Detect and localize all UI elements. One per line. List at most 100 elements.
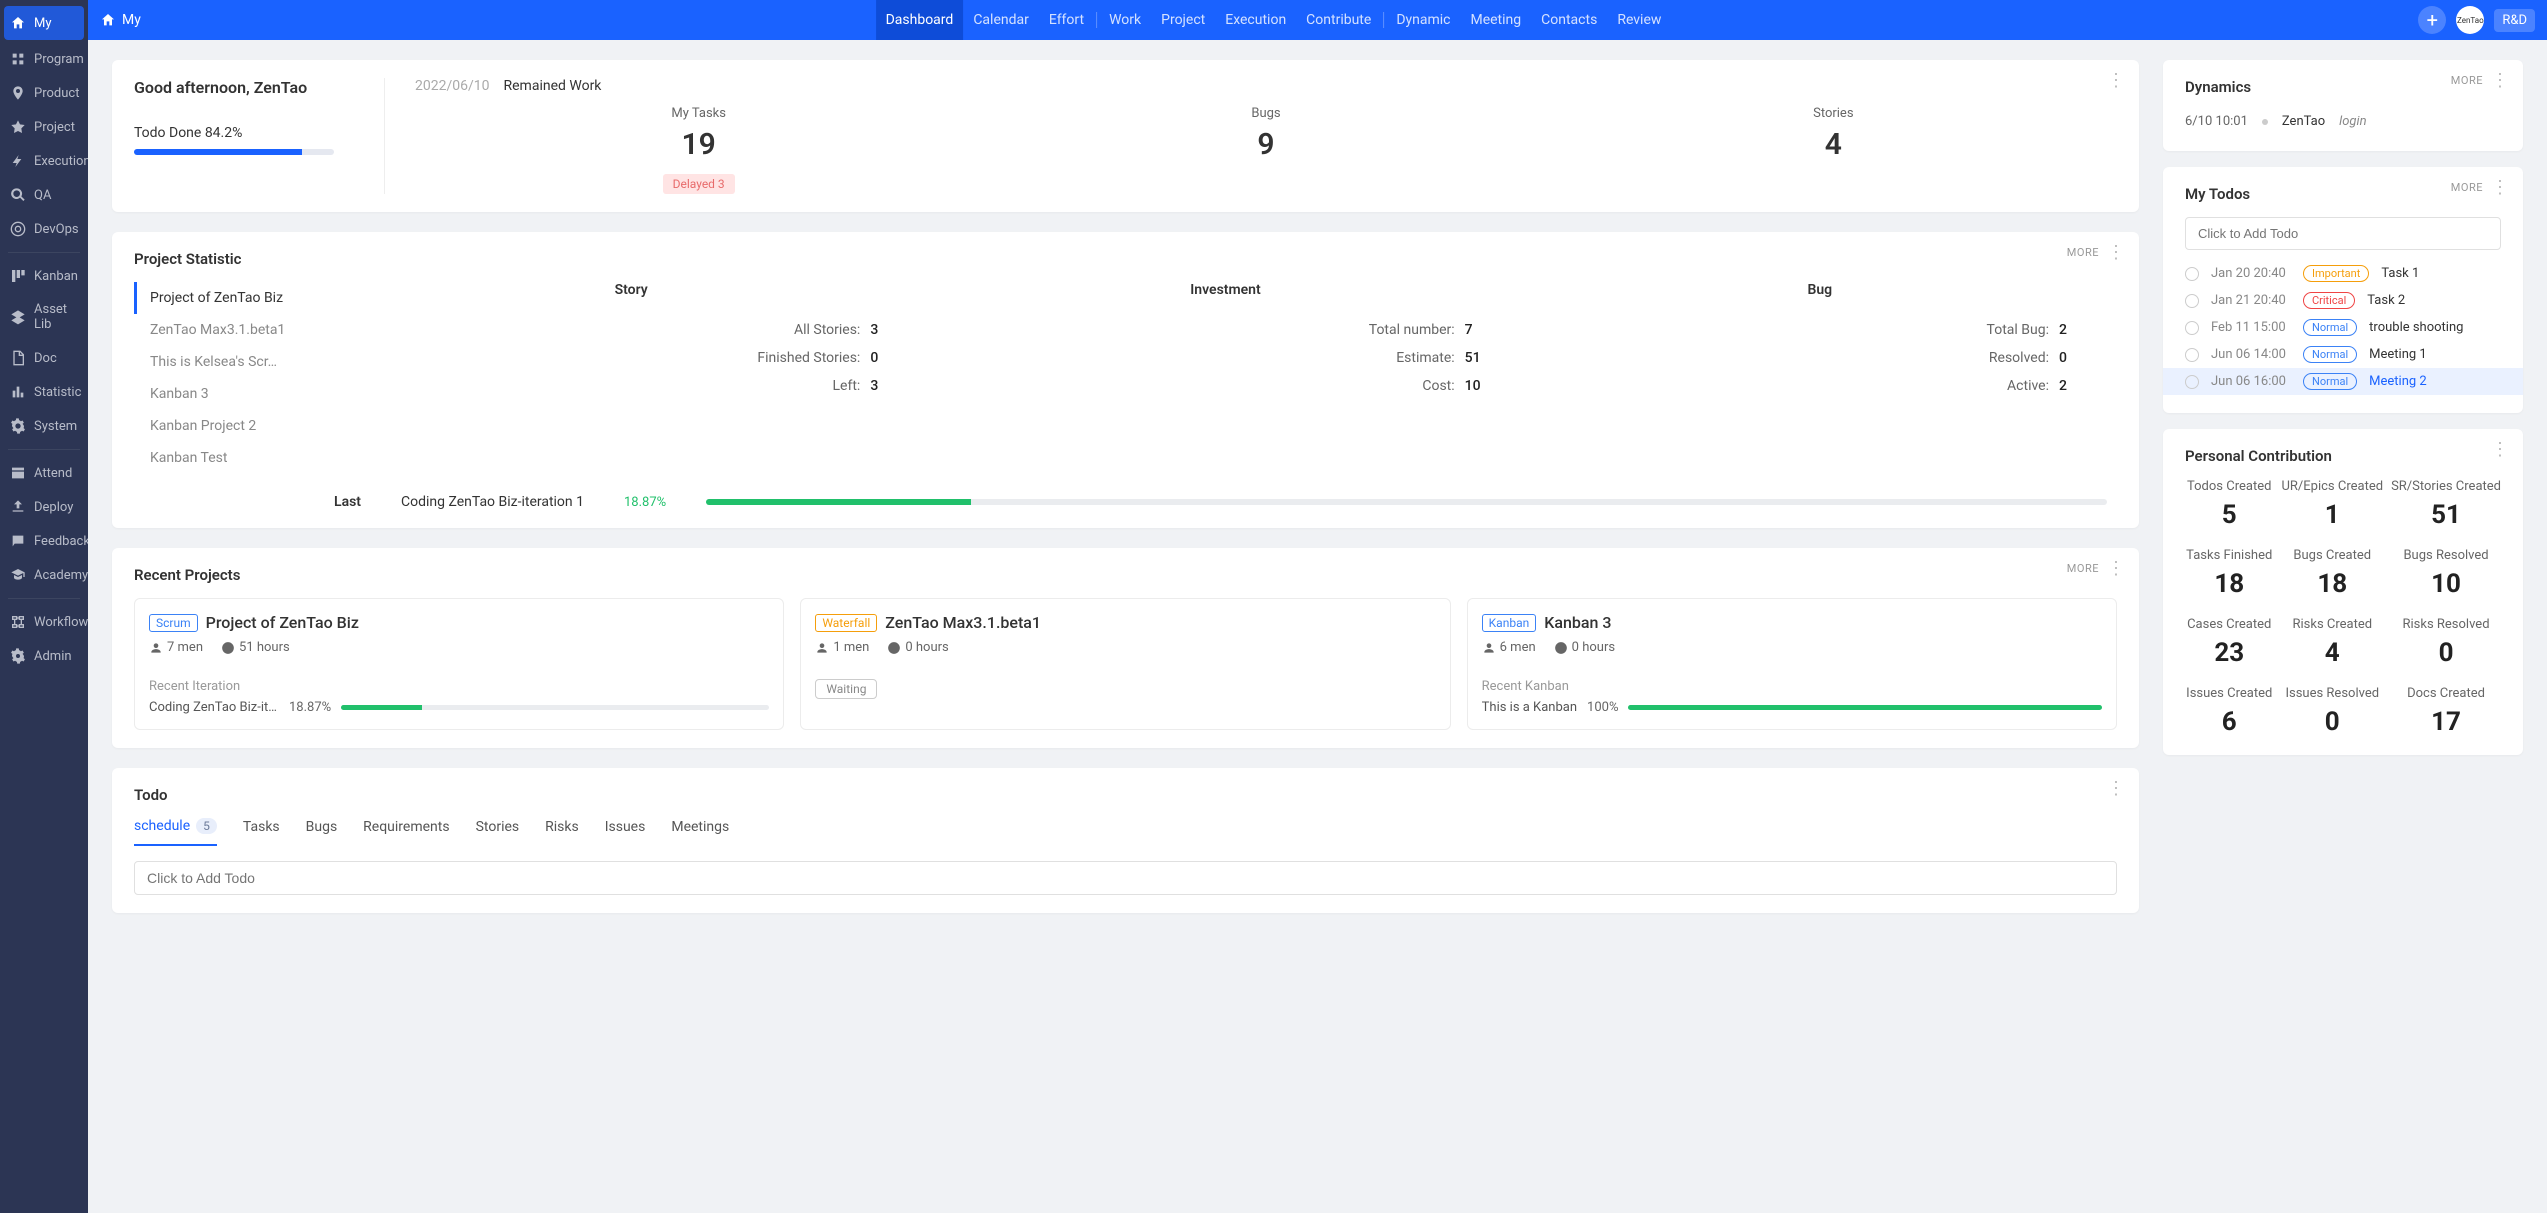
contribution-card: Personal Contribution ⋮ Todos Created5UR… [2163,429,2523,755]
nav-work[interactable]: Work [1099,0,1151,40]
sidebar-item-doc[interactable]: Doc [0,341,88,375]
add-todo-input[interactable] [2185,217,2501,250]
checkbox[interactable] [2185,348,2199,362]
project-card[interactable]: KanbanKanban 36 men0 hoursRecent KanbanT… [1467,598,2117,730]
project-list-item[interactable]: ZenTao Max3.1.beta1 [134,314,314,346]
contrib-issues-resolved[interactable]: Issues Resolved0 [2281,686,2383,737]
nav-dynamic[interactable]: Dynamic [1386,0,1460,40]
project-list-item[interactable]: Kanban Test [134,442,314,474]
more-link[interactable]: MORE [2067,562,2099,575]
tab-meetings[interactable]: Meetings [671,818,729,846]
project-list-item[interactable]: This is Kelsea's Scr… [134,346,314,378]
nav-dashboard[interactable]: Dashboard [876,0,964,40]
nav-contribute[interactable]: Contribute [1296,0,1381,40]
todo-done-label: Todo Done 84.2% [134,125,384,141]
todo-item[interactable]: Jan 20 20:40ImportantTask 1 [2185,260,2501,287]
logo[interactable]: ZenTao [2456,6,2484,34]
sidebar-item-statistic[interactable]: Statistic [0,375,88,409]
sidebar-item-academy[interactable]: Academy [0,558,88,592]
nav-project[interactable]: Project [1151,0,1215,40]
workflow-icon [10,614,26,630]
sidebar-item-kanban[interactable]: Kanban [0,259,88,293]
stat-stories[interactable]: Stories4 [1550,106,2117,194]
project-list-item[interactable]: Kanban 3 [134,378,314,410]
contrib-bugs-created[interactable]: Bugs Created18 [2281,548,2383,599]
contrib-sr-stories-created[interactable]: SR/Stories Created51 [2391,479,2501,530]
tab-bugs[interactable]: Bugs [306,818,338,846]
more-link[interactable]: MORE [2067,246,2099,259]
sidebar-item-system[interactable]: System [0,409,88,443]
tab-schedule[interactable]: schedule5 [134,818,217,846]
last-pct: 18.87% [624,495,666,510]
nav-review[interactable]: Review [1607,0,1671,40]
card-menu-icon[interactable]: ⋮ [2491,179,2509,197]
sidebar-item-my[interactable]: My [4,6,84,40]
sidebar-item-deploy[interactable]: Deploy [0,490,88,524]
tab-stories[interactable]: Stories [476,818,520,846]
stat-bugs[interactable]: Bugs9 [982,106,1549,194]
sidebar-item-product[interactable]: Product [0,76,88,110]
sidebar-item-qa[interactable]: QA [0,178,88,212]
dot-icon [2262,119,2268,125]
sidebar-item-feedback[interactable]: Feedback [0,524,88,558]
contrib-tasks-finished[interactable]: Tasks Finished18 [2185,548,2273,599]
todo-item[interactable]: Jun 06 16:00NormalMeeting 2 [2163,368,2523,395]
more-link[interactable]: MORE [2451,181,2483,194]
contrib-risks-resolved[interactable]: Risks Resolved0 [2391,617,2501,668]
project-card[interactable]: WaterfallZenTao Max3.1.beta11 men0 hours… [800,598,1450,730]
breadcrumb[interactable]: My [100,12,141,28]
checkbox[interactable] [2185,267,2199,281]
sidebar-item-attend[interactable]: Attend [0,456,88,490]
tab-risks[interactable]: Risks [545,818,579,846]
todo-item[interactable]: Feb 11 15:00Normaltrouble shooting [2185,314,2501,341]
more-link[interactable]: MORE [2451,74,2483,87]
card-menu-icon[interactable]: ⋮ [2491,72,2509,90]
project-card[interactable]: ScrumProject of ZenTao Biz7 men51 hoursR… [134,598,784,730]
last-iteration-name[interactable]: Coding ZenTao Biz-iteration 1 [401,494,584,510]
role-badge[interactable]: R&D [2494,9,2535,32]
todo-item[interactable]: Jun 06 14:00NormalMeeting 1 [2185,341,2501,368]
sidebar-item-admin[interactable]: Admin [0,639,88,673]
nav-meeting[interactable]: Meeting [1460,0,1531,40]
sidebar-item-execution[interactable]: Execution [0,144,88,178]
dynamic-row[interactable]: 6/10 10:01ZenTao login [2185,110,2501,133]
card-menu-icon[interactable]: ⋮ [2107,244,2125,262]
sidebar-item-devops[interactable]: DevOps [0,212,88,246]
checkbox[interactable] [2185,375,2199,389]
tab-tasks[interactable]: Tasks [243,818,280,846]
tab-requirements[interactable]: Requirements [363,818,449,846]
card-menu-icon[interactable]: ⋮ [2107,72,2125,90]
checkbox[interactable] [2185,294,2199,308]
contrib-docs-created[interactable]: Docs Created17 [2391,686,2501,737]
sidebar-item-project[interactable]: Project [0,110,88,144]
card-menu-icon[interactable]: ⋮ [2491,441,2509,459]
contrib-risks-created[interactable]: Risks Created4 [2281,617,2383,668]
contrib-cases-created[interactable]: Cases Created23 [2185,617,2273,668]
checkbox[interactable] [2185,321,2199,335]
card-menu-icon[interactable]: ⋮ [2107,560,2125,578]
nav-calendar[interactable]: Calendar [963,0,1039,40]
add-todo-input[interactable] [134,861,2117,895]
sidebar-item-program[interactable]: Program [0,42,88,76]
priority-badge: Normal [2303,346,2357,363]
contrib-todos-created[interactable]: Todos Created5 [2185,479,2273,530]
add-button[interactable]: + [2418,6,2446,34]
date-label: 2022/06/10 [415,78,490,94]
stat-my-tasks[interactable]: My Tasks19Delayed 3 [415,106,982,194]
card-menu-icon[interactable]: ⋮ [2107,780,2125,798]
tab-issues[interactable]: Issues [605,818,646,846]
project-list-item[interactable]: Kanban Project 2 [134,410,314,442]
sidebar: MyProgramProductProjectExecutionQADevOps… [0,0,88,1213]
nav-execution[interactable]: Execution [1215,0,1296,40]
sidebar-item-workflow[interactable]: Workflow [0,605,88,639]
sidebar-item-asset-lib[interactable]: Asset Lib [0,293,88,341]
waiting-badge: Waiting [815,679,877,699]
contrib-bugs-resolved[interactable]: Bugs Resolved10 [2391,548,2501,599]
todo-item[interactable]: Jan 21 20:40CriticalTask 2 [2185,287,2501,314]
project-type-tag: Scrum [149,614,198,632]
nav-effort[interactable]: Effort [1039,0,1094,40]
contrib-ur-epics-created[interactable]: UR/Epics Created1 [2281,479,2383,530]
project-list-item[interactable]: Project of ZenTao Biz [134,282,314,314]
contrib-issues-created[interactable]: Issues Created6 [2185,686,2273,737]
nav-contacts[interactable]: Contacts [1531,0,1607,40]
